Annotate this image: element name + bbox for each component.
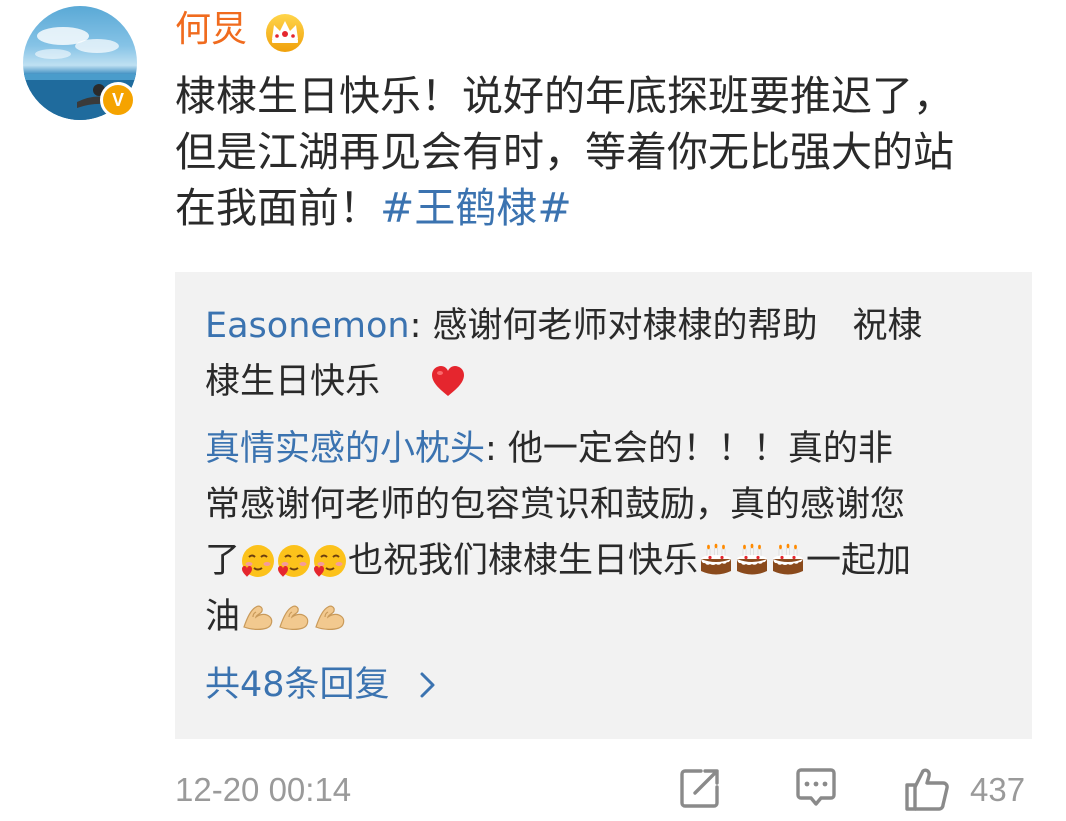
- reply-text: 了: [205, 541, 241, 581]
- reply-text: 棣生日快乐: [205, 362, 381, 402]
- share-icon[interactable]: [677, 765, 723, 811]
- post-text-line-start: 在我面前！: [175, 184, 380, 232]
- reply-text: : 他一定会的！！！真的非: [485, 429, 893, 469]
- birthday-cake-emoji: [734, 543, 770, 579]
- like-count: 437: [970, 771, 1026, 808]
- reply-line: 油: [205, 589, 911, 645]
- post-text-line: 棣棣生日快乐！说好的年底探班要推迟了，: [175, 72, 954, 120]
- thumbs-up-icon[interactable]: [903, 765, 951, 813]
- hashtag-link[interactable]: #王鹤棣#: [380, 184, 572, 232]
- blush-heart-emoji: [240, 543, 276, 579]
- more-replies-label: 共48条回复: [205, 665, 390, 705]
- reply-author[interactable]: 真情实感的小枕头: [205, 429, 485, 469]
- post-text-line: 但是江湖再见会有时，等着你无比强大的站: [175, 128, 954, 176]
- reply-text: : 感谢何老师对棣棣的帮助 祝棣: [409, 306, 923, 346]
- reply-line: 了 也祝我们棣棣生日快乐 一起加: [205, 533, 911, 589]
- crown-icon: [266, 14, 304, 52]
- reply-text: 油: [205, 597, 241, 637]
- reply-line: 常感谢何老师的包容赏识和鼓励，真的感谢您: [205, 485, 906, 525]
- blush-heart-emoji: [312, 543, 348, 579]
- flexed-biceps-emoji: [312, 599, 348, 635]
- verified-v-letter: V: [111, 89, 124, 110]
- birthday-cake-emoji: [698, 543, 734, 579]
- post-text-line: 在我面前！#王鹤棣#: [175, 180, 1045, 236]
- reply-text: 一起加: [806, 541, 912, 581]
- reply-item: Easonemon: 感谢何老师对棣棣的帮助 祝棣 棣生日快乐: [205, 298, 923, 410]
- reply-line: 真情实感的小枕头: 他一定会的！！！真的非: [205, 421, 911, 477]
- chevron-right-icon: [420, 672, 435, 698]
- timestamp: 12-20 00:14: [175, 771, 352, 808]
- username[interactable]: 何炅: [175, 6, 247, 54]
- blush-heart-emoji: [276, 543, 312, 579]
- flexed-biceps-emoji: [240, 599, 276, 635]
- reply-item: 真情实感的小枕头: 他一定会的！！！真的非 常感谢何老师的包容赏识和鼓励，真的感…: [205, 421, 911, 645]
- reply-text: 也祝我们棣棣生日快乐: [348, 541, 699, 581]
- flexed-biceps-emoji: [276, 599, 312, 635]
- more-replies-link[interactable]: 共48条回复: [205, 657, 437, 713]
- red-heart-icon: [432, 366, 465, 396]
- post-text: 棣棣生日快乐！说好的年底探班要推迟了， 但是江湖再见会有时，等着你无比强大的站 …: [175, 68, 1045, 236]
- post-footer: 12-20 00:14 437: [175, 765, 1035, 821]
- reply-line: 棣生日快乐: [205, 354, 923, 410]
- reply-box: Easonemon: 感谢何老师对棣棣的帮助 祝棣 棣生日快乐 真情实感的小枕头…: [175, 272, 1032, 739]
- verified-badge: V: [100, 82, 136, 118]
- comment-icon[interactable]: [793, 765, 839, 811]
- birthday-cake-emoji: [770, 543, 806, 579]
- reply-author[interactable]: Easonemon: [205, 306, 410, 346]
- reply-line: Easonemon: 感谢何老师对棣棣的帮助 祝棣: [205, 298, 923, 354]
